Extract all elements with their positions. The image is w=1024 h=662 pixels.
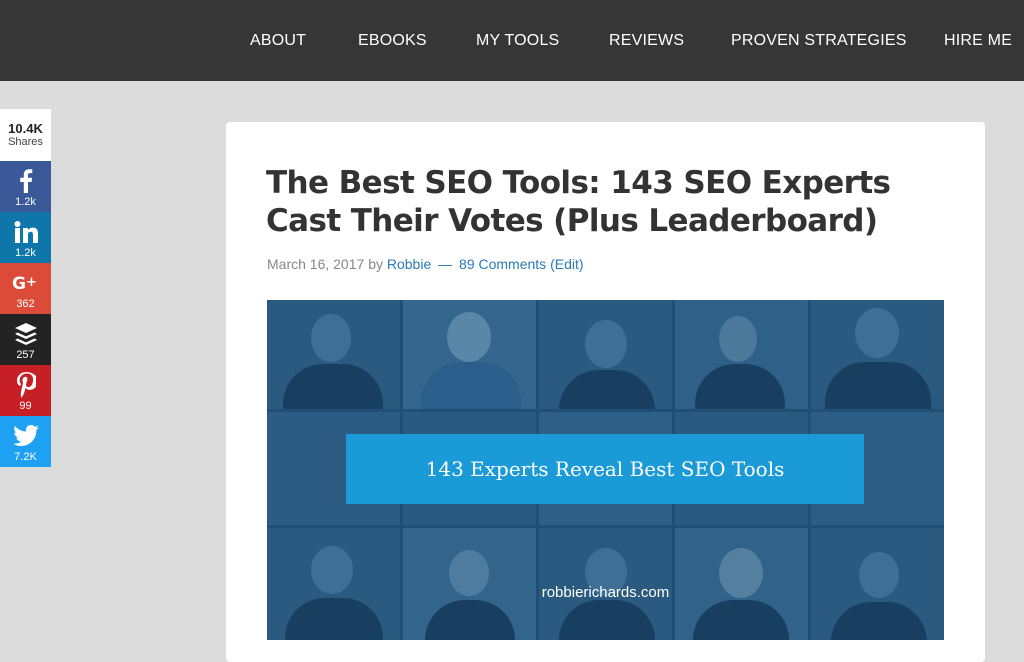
nav-about[interactable]: ABOUT bbox=[250, 32, 306, 50]
top-navigation-bar: ABOUT EBOOKS MY TOOLS REVIEWS PROVEN STR… bbox=[0, 0, 1024, 81]
linkedin-share-count: 1.2k bbox=[15, 247, 36, 259]
pinterest-icon bbox=[0, 371, 51, 399]
article-card: The Best SEO Tools: 143 SEO Experts Cast… bbox=[226, 122, 985, 662]
share-total-label: Shares bbox=[8, 136, 43, 148]
post-by: by bbox=[368, 256, 383, 272]
hero-site-url: robbierichards.com bbox=[541, 584, 670, 601]
hero-image[interactable]: 143 Experts Reveal Best SEO Tools robbie… bbox=[267, 300, 944, 640]
article-title: The Best SEO Tools: 143 SEO Experts Cast… bbox=[266, 165, 891, 239]
twitter-icon bbox=[0, 422, 51, 450]
svg-text:G: G bbox=[12, 274, 26, 293]
svg-text:+: + bbox=[26, 275, 37, 290]
buffer-share-button[interactable]: 257 bbox=[0, 314, 51, 365]
nav-proven-strategies[interactable]: PROVEN STRATEGIES bbox=[731, 32, 907, 50]
post-date: March 16, 2017 bbox=[267, 256, 365, 272]
share-total-count: 10.4K bbox=[8, 121, 43, 136]
expert-photo bbox=[675, 300, 808, 409]
edit-link[interactable]: (Edit) bbox=[550, 256, 583, 272]
linkedin-icon bbox=[0, 218, 51, 246]
buffer-share-count: 257 bbox=[16, 349, 35, 361]
facebook-icon bbox=[0, 167, 51, 195]
nav-hire-me[interactable]: HIRE ME bbox=[944, 32, 1012, 50]
main-nav: ABOUT EBOOKS MY TOOLS REVIEWS PROVEN STR… bbox=[0, 0, 1024, 81]
comments-link[interactable]: 89 Comments bbox=[459, 256, 546, 272]
social-share-sidebar: 10.4K Shares 1.2k 1.2k G + 362 257 99 7.… bbox=[0, 109, 51, 467]
hero-banner[interactable]: 143 Experts Reveal Best SEO Tools bbox=[346, 434, 864, 504]
nav-my-tools[interactable]: MY TOOLS bbox=[476, 32, 559, 50]
google-plus-share-count: 362 bbox=[16, 298, 35, 310]
share-total: 10.4K Shares bbox=[0, 109, 51, 161]
google-plus-share-button[interactable]: G + 362 bbox=[0, 263, 51, 314]
expert-photo bbox=[539, 300, 672, 409]
facebook-share-button[interactable]: 1.2k bbox=[0, 161, 51, 212]
linkedin-share-button[interactable]: 1.2k bbox=[0, 212, 51, 263]
expert-photo bbox=[267, 300, 400, 409]
expert-photo bbox=[403, 300, 536, 409]
pinterest-share-button[interactable]: 99 bbox=[0, 365, 51, 416]
twitter-share-count: 7.2K bbox=[14, 451, 37, 463]
twitter-share-button[interactable]: 7.2K bbox=[0, 416, 51, 467]
nav-reviews[interactable]: REVIEWS bbox=[609, 32, 684, 50]
nav-ebooks[interactable]: EBOOKS bbox=[358, 32, 427, 50]
buffer-icon bbox=[0, 320, 51, 348]
expert-photo bbox=[811, 300, 944, 409]
article-meta: March 16, 2017 by Robbie — 89 Comments (… bbox=[267, 256, 584, 272]
facebook-share-count: 1.2k bbox=[15, 196, 36, 208]
meta-separator: — bbox=[438, 256, 453, 272]
google-plus-icon: G + bbox=[0, 269, 51, 297]
pinterest-share-count: 99 bbox=[19, 400, 32, 412]
author-link[interactable]: Robbie bbox=[387, 256, 431, 272]
